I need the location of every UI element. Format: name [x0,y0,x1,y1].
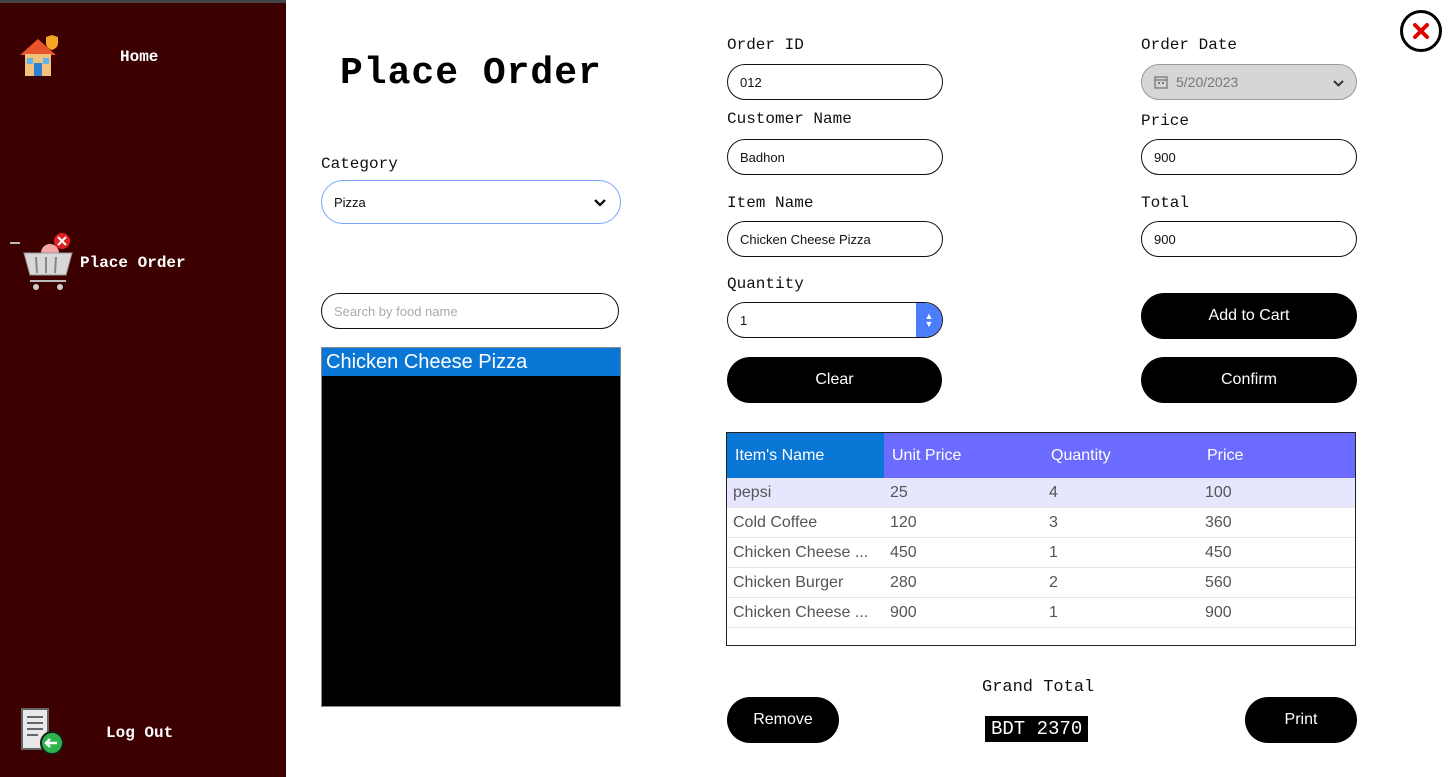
category-select[interactable]: Pizza [321,180,621,224]
search-input[interactable] [321,293,619,329]
chevron-down-icon [594,195,606,210]
table-row[interactable]: Chicken Burger 280 2 560 [727,568,1355,598]
table-row[interactable]: pepsi 25 4 100 [727,478,1355,508]
table-cell: 1 [1049,543,1058,561]
home-icon [16,33,62,86]
total-input[interactable] [1141,221,1357,257]
table-cell: 280 [890,573,917,591]
calendar-icon [1154,75,1168,89]
item-name-input[interactable] [727,221,943,257]
list-item[interactable]: Chicken Cheese Pizza [322,348,620,376]
table-cell: 360 [1205,513,1232,531]
confirm-button[interactable]: Confirm [1141,357,1357,403]
table-row[interactable]: Cold Coffee 120 3 360 [727,508,1355,538]
item-name-label: Item Name [727,194,814,212]
table-cell: 120 [890,513,917,531]
customer-name-input[interactable] [727,139,943,175]
price-input[interactable] [1141,139,1357,175]
sidebar-item-place-order-label: Place Order [80,254,186,272]
grand-total-label: Grand Total [982,678,1095,697]
column-header-item-name[interactable]: Item's Name [727,433,884,478]
table-cell: 900 [890,603,917,621]
table-row[interactable]: Chicken Cheese ... 450 1 450 [727,538,1355,568]
close-button[interactable] [1400,10,1442,52]
sidebar-item-home-label: Home [120,48,159,66]
close-icon [1411,21,1431,41]
remove-button[interactable]: Remove [727,697,839,743]
table-row[interactable]: Chicken Cheese ... 900 1 900 [727,598,1355,628]
shopping-cart-icon [10,231,76,298]
table-cell: 450 [1205,543,1232,561]
food-listbox[interactable]: Chicken Cheese Pizza [321,347,621,707]
table-cell: Chicken Cheese ... [733,543,869,561]
quantity-stepper[interactable]: 1 ▲ ▼ [727,302,943,338]
cart-table[interactable]: Item's Name Unit Price Quantity Price pe… [726,432,1356,646]
total-label: Total [1141,194,1190,212]
grand-total-value: BDT 2370 [985,716,1089,742]
table-cell: 25 [890,483,908,501]
table-cell: pepsi [733,483,772,501]
table-cell: 450 [890,543,917,561]
chevron-down-icon [1333,74,1344,90]
order-id-input[interactable] [727,64,943,100]
table-cell: 560 [1205,573,1232,591]
table-cell: 100 [1205,483,1232,501]
table-cell: 3 [1049,513,1058,531]
order-id-label: Order ID [727,36,804,54]
page-title: Place Order [340,52,602,95]
category-label: Category [321,155,398,173]
table-cell: Chicken Burger [733,573,844,591]
table-cell: 1 [1049,603,1058,621]
sidebar-item-logout[interactable]: Log Out [16,705,276,761]
order-date-picker[interactable]: 5/20/2023 [1141,64,1357,100]
table-cell: Chicken Cheese ... [733,603,869,621]
table-cell: 900 [1205,603,1232,621]
category-select-value: Pizza [334,194,366,210]
print-button[interactable]: Print [1245,697,1357,743]
sidebar-item-home[interactable]: Home [16,33,276,83]
sidebar: Home Place Order Log Out [0,0,286,777]
table-cell: 2 [1049,573,1058,591]
clear-button[interactable]: Clear [727,357,942,403]
column-header-quantity[interactable]: Quantity [1043,433,1199,478]
table-cell: Cold Coffee [733,513,818,531]
order-date-value: 5/20/2023 [1176,74,1239,90]
table-header: Item's Name Unit Price Quantity Price [727,433,1355,478]
customer-name-label: Customer Name [727,110,852,128]
quantity-label: Quantity [727,275,804,293]
sidebar-item-place-order[interactable]: Place Order [10,231,280,293]
column-header-unit-price[interactable]: Unit Price [884,433,1043,478]
add-to-cart-button[interactable]: Add to Cart [1141,293,1357,339]
price-label: Price [1141,112,1190,130]
logout-icon [16,705,66,764]
sidebar-item-logout-label: Log Out [106,724,174,742]
stepper-arrows-icon[interactable]: ▲ ▼ [916,303,942,337]
quantity-value: 1 [740,312,748,328]
column-header-price[interactable]: Price [1199,433,1355,478]
table-cell: 4 [1049,483,1058,501]
order-date-label: Order Date [1141,36,1238,54]
